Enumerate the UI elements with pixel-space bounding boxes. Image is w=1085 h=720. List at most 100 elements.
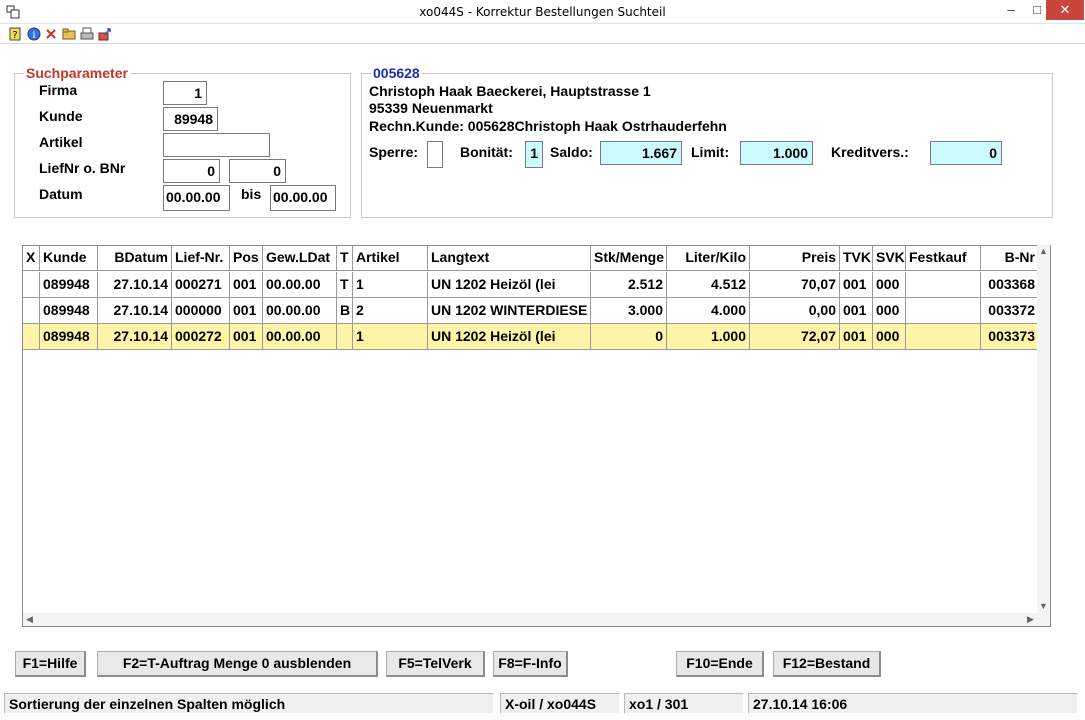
cell-t: B (337, 298, 353, 324)
kunde-label: Kunde (39, 108, 83, 124)
bonitaet-field: 1 (525, 141, 543, 168)
customer-number: 005628 (371, 65, 422, 81)
status-program: X-oil / xo044S (500, 693, 620, 714)
header-tvk[interactable]: TVK (840, 246, 873, 271)
kreditvers-field: 0 (930, 141, 1002, 165)
kunde-input[interactable]: 89948 (163, 107, 218, 131)
f12-stock-button[interactable]: F12=Bestand (773, 651, 881, 677)
cell-liter-kilo: 1.000 (667, 324, 750, 350)
cell-b-nr: 003373 (981, 324, 1038, 350)
svg-text:?: ? (12, 30, 17, 41)
cell-preis: 72,07 (750, 324, 840, 350)
header-svk[interactable]: SVK (873, 246, 906, 271)
header-kunde[interactable]: Kunde (40, 246, 98, 271)
cell-lief-nr: 000000 (172, 298, 230, 324)
cell-tvk: 001 (840, 298, 873, 324)
minimize-button[interactable]: – (998, 0, 1024, 20)
cell-liter-kilo: 4.512 (667, 272, 750, 298)
cell-svk: 000 (873, 324, 906, 350)
export-icon[interactable] (98, 27, 112, 41)
info-icon[interactable]: i (27, 27, 41, 41)
cell-tvk: 001 (840, 272, 873, 298)
bis-label: bis (241, 186, 262, 202)
header-langtext[interactable]: Langtext (428, 246, 591, 271)
datum-label: Datum (39, 186, 83, 202)
cell-bdatum: 27.10.14 (98, 272, 172, 298)
f5-telverk-button[interactable]: F5=TelVerk (386, 651, 485, 677)
cell-gew-ldat: 00.00.00 (263, 298, 337, 324)
cell-liter-kilo: 4.000 (667, 298, 750, 324)
status-datetime: 27.10.14 16:06 (748, 693, 1078, 714)
cell-kunde: 089948 (40, 272, 98, 298)
cell-pos: 001 (230, 272, 263, 298)
datum-to-input[interactable]: 00.00.00 (270, 185, 336, 211)
bonitaet-label: Bonität: (460, 144, 513, 160)
header-lief-nr[interactable]: Lief-Nr. (172, 246, 230, 271)
f1-help-button[interactable]: F1=Hilfe (15, 651, 86, 677)
cell-svk: 000 (873, 298, 906, 324)
header-b-nr[interactable]: B-Nr (981, 246, 1038, 271)
header-artikel[interactable]: Artikel (353, 246, 428, 271)
cell-t (337, 324, 353, 350)
folder-icon[interactable] (62, 27, 76, 41)
cell-preis: 70,07 (750, 272, 840, 298)
status-user: xo1 / 301 (624, 693, 744, 714)
f10-end-button[interactable]: F10=Ende (676, 651, 764, 677)
kreditvers-label: Kreditvers.: (831, 144, 909, 160)
header-festkauf[interactable]: Festkauf (906, 246, 981, 271)
scroll-right-icon[interactable]: ▶ (1024, 613, 1037, 626)
liefnr-input[interactable]: 0 (163, 159, 220, 183)
toolbar (0, 24, 1085, 44)
cell-kunde: 089948 (40, 298, 98, 324)
header-gew-ldat[interactable]: Gew.LDat (263, 246, 337, 271)
header-pos[interactable]: Pos (230, 246, 263, 271)
datum-from-input[interactable]: 00.00.00 (163, 185, 230, 211)
help-icon[interactable]: ? (8, 27, 22, 41)
cell-stk-menge: 0 (591, 324, 667, 350)
f8-finfo-button[interactable]: F8=F-Info (493, 651, 568, 677)
saldo-field: 1.667 (600, 141, 682, 165)
sperre-field (427, 141, 443, 168)
cell-t: T (337, 272, 353, 298)
cell-artikel: 1 (353, 272, 428, 298)
cell-x (23, 298, 40, 324)
horizontal-scrollbar[interactable]: ◀ ▶ (23, 613, 1050, 626)
scroll-down-icon[interactable]: ▼ (1037, 600, 1050, 613)
header-stk-menge[interactable]: Stk/Menge (591, 246, 667, 271)
cell-pos: 001 (230, 298, 263, 324)
customer-address-line1: Christoph Haak Baeckerei, Hauptstrasse 1 (369, 83, 651, 99)
cell-festkauf (906, 324, 981, 350)
header-preis[interactable]: Preis (750, 246, 840, 271)
artikel-input[interactable] (163, 133, 270, 157)
cell-gew-ldat: 00.00.00 (263, 272, 337, 298)
header-t[interactable]: T (337, 246, 353, 271)
cell-b-nr: 003368 (981, 272, 1038, 298)
search-parameters-title: Suchparameter (24, 65, 130, 81)
cell-festkauf (906, 272, 981, 298)
cell-langtext: UN 1202 Heizöl (lei (428, 272, 591, 298)
cell-tvk: 001 (840, 324, 873, 350)
status-message: Sortierung der einzelnen Spalten möglich (4, 693, 494, 714)
print-icon[interactable] (80, 27, 94, 41)
close-button[interactable]: ✕ (1046, 0, 1084, 20)
cell-b-nr: 003372 (981, 298, 1038, 324)
saldo-label: Saldo: (550, 144, 593, 160)
vertical-scrollbar[interactable]: ▲ ▼ (1037, 245, 1050, 613)
cell-x (23, 272, 40, 298)
header-liter-kilo[interactable]: Liter/Kilo (667, 246, 750, 271)
cell-kunde: 089948 (40, 324, 98, 350)
cell-festkauf (906, 298, 981, 324)
cell-artikel: 1 (353, 324, 428, 350)
f2-hide-zero-button[interactable]: F2=T-Auftrag Menge 0 ausblenden (97, 651, 378, 677)
orders-table[interactable]: X Kunde BDatum Lief-Nr. Pos Gew.LDat T A… (22, 245, 1051, 627)
scroll-up-icon[interactable]: ▲ (1037, 245, 1050, 258)
firma-input[interactable]: 1 (163, 81, 207, 105)
delete-icon[interactable] (44, 27, 58, 41)
svg-text:i: i (32, 30, 35, 41)
header-bdatum[interactable]: BDatum (98, 246, 172, 271)
cell-lief-nr: 000271 (172, 272, 230, 298)
scroll-left-icon[interactable]: ◀ (23, 613, 36, 626)
bnr-input[interactable]: 0 (229, 159, 286, 183)
header-x[interactable]: X (23, 246, 40, 271)
cell-x (23, 324, 40, 350)
